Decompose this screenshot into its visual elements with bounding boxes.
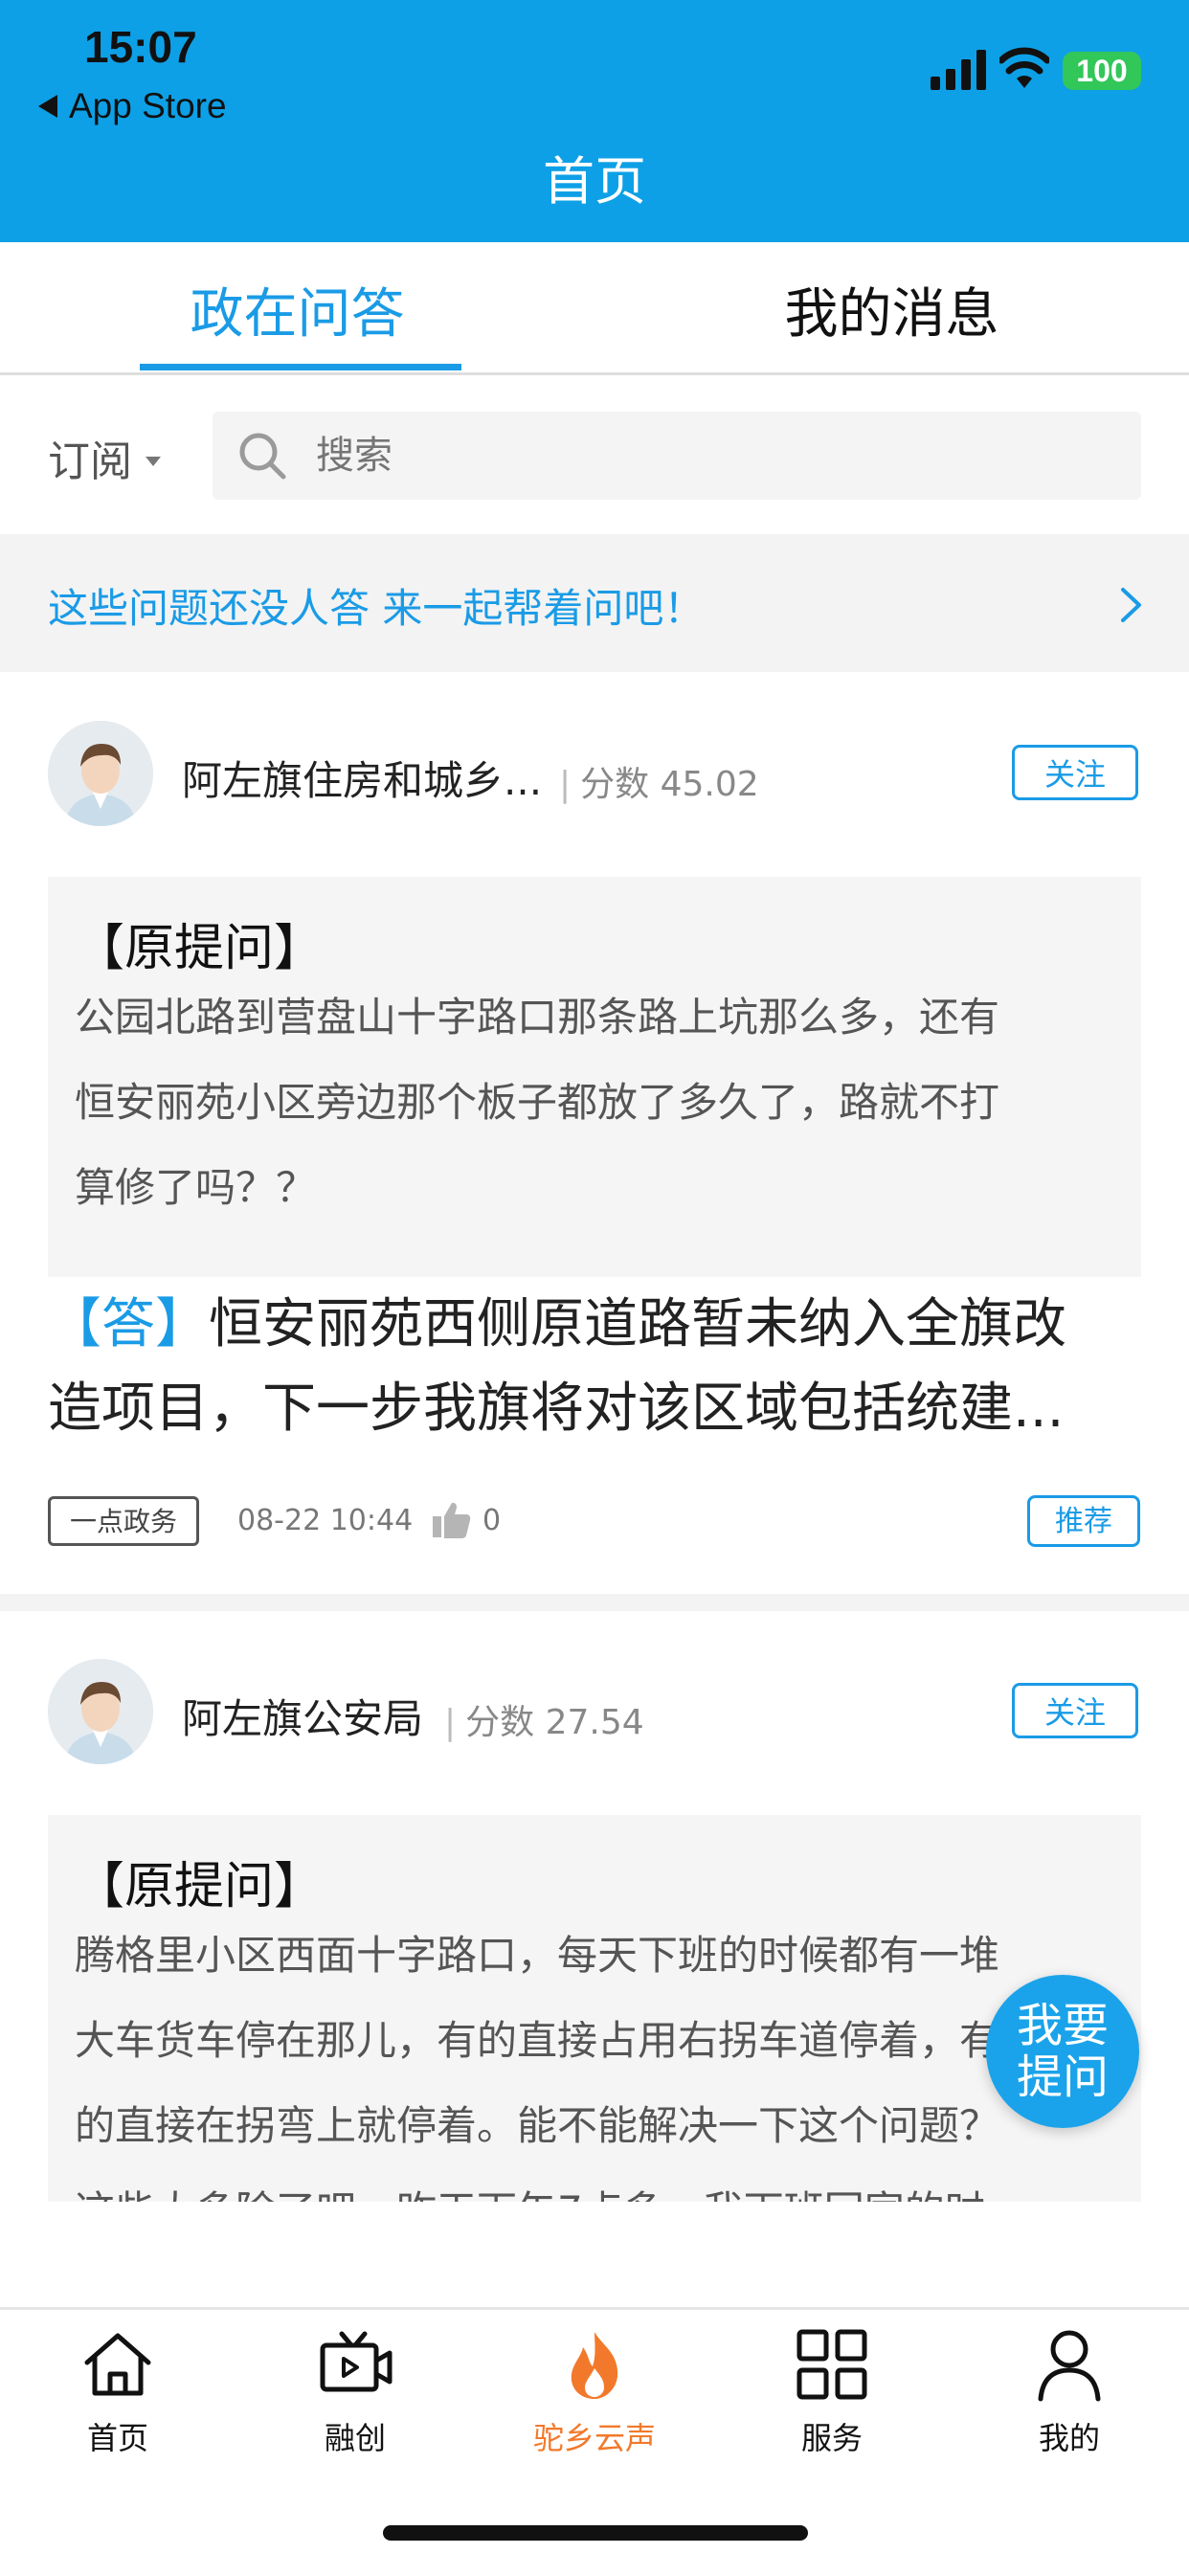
answer-line: 【答】恒安丽苑西侧原道路暂未纳入全旗改 xyxy=(48,1283,1149,1367)
nav-label: 驼乡云声 xyxy=(532,2420,656,2456)
home-icon xyxy=(84,2333,151,2396)
question-line: 算修了吗？？ xyxy=(75,1164,317,1211)
tv-icon xyxy=(320,2331,393,2392)
flame-icon xyxy=(571,2332,618,2399)
org-name[interactable]: 阿左旗公安局 xyxy=(182,1687,423,1745)
chevron-down-icon xyxy=(146,457,161,466)
tab-policy-qa[interactable]: 政在问答 xyxy=(0,271,594,348)
search-input[interactable] xyxy=(316,412,1082,500)
nav-item-rongchuang[interactable]: 融创 xyxy=(259,2326,451,2458)
original-question-box[interactable]: 【原提问】 腾格里小区西面十字路口，每天下班的时候都有一堆 大车货车停在那儿，有… xyxy=(48,1815,1141,2202)
back-label: App Store xyxy=(69,86,227,125)
answer-text[interactable]: 【答】恒安丽苑西侧原道路暂未纳入全旗改 造项目，下一步我旗将对该区域包括统建..… xyxy=(48,1283,1149,1451)
nav-item-services[interactable]: 服务 xyxy=(736,2326,928,2458)
score-separator: | xyxy=(444,1703,457,1742)
score: | 分数 45.02 xyxy=(559,756,759,806)
score-value: 分数 27.54 xyxy=(465,1703,644,1742)
like-count: 0 xyxy=(482,1504,502,1537)
subscribe-dropdown[interactable]: 订阅 xyxy=(48,427,161,488)
question-line: 腾格里小区西面十字路口，每天下班的时候都有一堆 xyxy=(75,1932,1000,1979)
question-body: 腾格里小区西面十字路口，每天下班的时候都有一堆 大车货车停在那儿，有的直接占用右… xyxy=(75,1913,1137,2202)
nav-label: 服务 xyxy=(800,2420,863,2456)
score-value: 分数 45.02 xyxy=(580,765,759,804)
tab-my-messages[interactable]: 我的消息 xyxy=(594,271,1189,348)
subscribe-label: 订阅 xyxy=(48,437,132,486)
avatar-person-icon xyxy=(48,721,153,826)
question-line: 这些大多除了吧，昨天下午7点多，我下班回家的时 xyxy=(75,2168,1137,2202)
answer-content: 恒安丽苑西侧原道路暂未纳入全旗改 xyxy=(209,1293,1066,1355)
wifi-icon xyxy=(999,47,1049,88)
nav-label: 融创 xyxy=(324,2420,386,2456)
follow-button[interactable]: 关注 xyxy=(1012,745,1138,800)
grid-icon xyxy=(796,2329,867,2400)
avatar-person-icon xyxy=(48,1659,153,1764)
battery-indicator: 100 xyxy=(1063,52,1141,90)
org-name[interactable]: 阿左旗住房和城乡... xyxy=(182,749,542,807)
nav-label: 我的 xyxy=(1038,2420,1100,2456)
question-title: 【原提问】 xyxy=(75,920,325,977)
question-line: 公园北路到营盘山十字路口那条路上坑那么多，还有 xyxy=(75,994,1000,1041)
answer-line: 造项目，下一步我旗将对该区域包括统建... xyxy=(48,1378,1065,1440)
search-icon xyxy=(239,433,286,480)
ask-question-label: 我要提问 xyxy=(1016,1999,1109,2104)
answer-tag: 【答】 xyxy=(48,1293,209,1355)
active-tab-indicator xyxy=(140,364,461,370)
follow-button[interactable]: 关注 xyxy=(1012,1683,1138,1738)
cellular-signal-icon xyxy=(931,50,986,90)
thumbs-up-icon[interactable] xyxy=(431,1499,473,1541)
question-line: 的直接在拐弯上就停着。能不能解决一下这个问题？ xyxy=(75,2102,1000,2149)
avatar[interactable] xyxy=(48,721,153,826)
avatar[interactable] xyxy=(48,1659,153,1764)
score: | 分数 27.54 xyxy=(444,1694,644,1744)
question-title: 【原提问】 xyxy=(75,1858,325,1915)
post-time: 08-22 10:44 xyxy=(237,1504,414,1537)
home-indicator[interactable] xyxy=(383,2525,808,2541)
page-title: 首页 xyxy=(543,151,646,212)
question-line: 恒安丽苑小区旁边那个板子都放了多久了，路就不打 xyxy=(75,1079,1000,1126)
nav-item-mine[interactable]: 我的 xyxy=(974,2326,1165,2458)
status-time: 15:07 xyxy=(84,22,197,72)
ask-question-button[interactable]: 我要提问 xyxy=(986,1975,1139,2128)
person-icon xyxy=(1038,2330,1101,2402)
nav-label: 首页 xyxy=(86,2420,148,2456)
nav-item-tuoxiang-yunsheng[interactable]: 驼乡云声 xyxy=(499,2326,690,2458)
back-to-app-store[interactable]: App Store xyxy=(38,86,227,126)
question-line: 大车货车停在那儿，有的直接占用右拐车道停着，有 xyxy=(75,2017,1000,2064)
source-tag: 一点政务 xyxy=(48,1496,200,1546)
back-arrow-icon xyxy=(38,95,57,118)
banner-text: 这些问题还没人答 来一起帮着问吧！ xyxy=(48,585,705,632)
chevron-right-icon xyxy=(1121,588,1141,622)
question-body: 公园北路到营盘山十字路口那条路上坑那么多，还有 恒安丽苑小区旁边那个板子都放了多… xyxy=(75,974,1137,1230)
post-divider xyxy=(0,1594,1189,1611)
recommend-badge[interactable]: 推荐 xyxy=(1027,1495,1140,1547)
nav-item-home[interactable]: 首页 xyxy=(22,2326,213,2458)
score-separator: | xyxy=(559,765,572,804)
